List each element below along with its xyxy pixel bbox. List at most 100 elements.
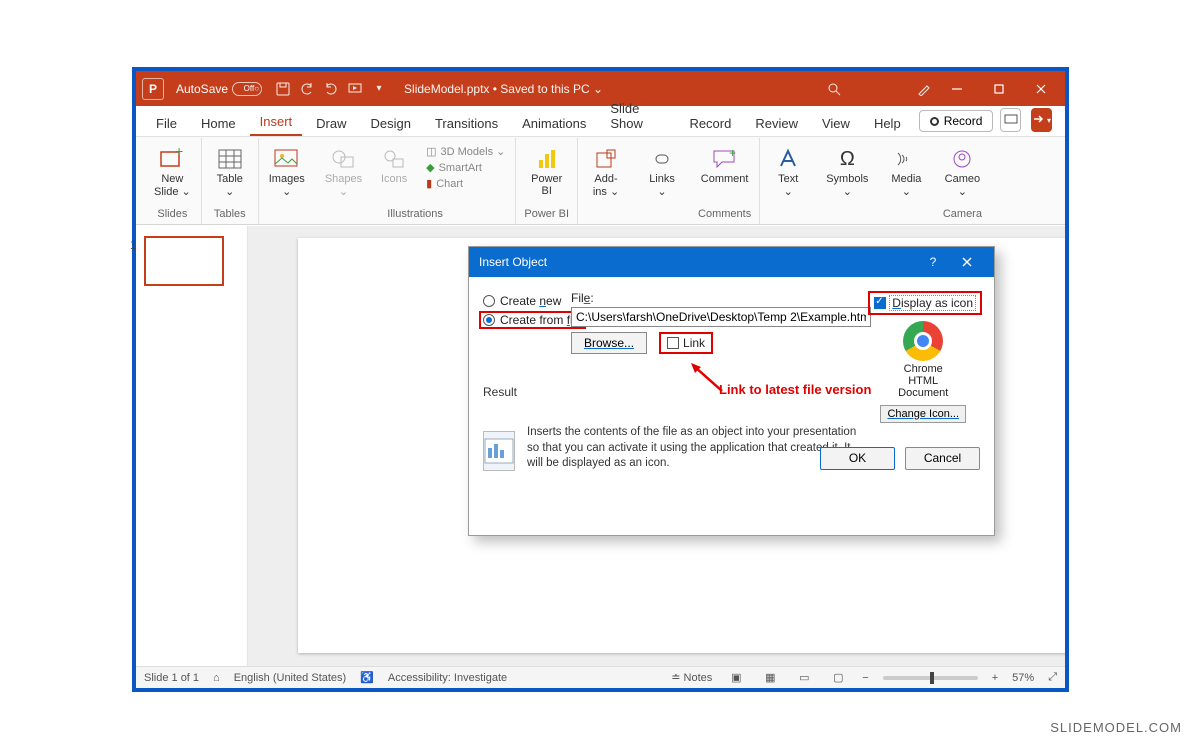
addins-button[interactable]: Add- ins ⌄ (586, 144, 626, 198)
language-status[interactable]: English (United States) (234, 672, 347, 684)
dialog-close-button[interactable] (950, 247, 984, 277)
tab-review[interactable]: Review (745, 110, 808, 136)
tab-view[interactable]: View (812, 110, 860, 136)
tab-help[interactable]: Help (864, 110, 911, 136)
display-as-icon-checkbox[interactable]: Display as icon (868, 291, 982, 315)
shapes-icon (331, 146, 355, 172)
dialog-help-button[interactable]: ? (916, 247, 950, 277)
zoom-out-button[interactable]: − (862, 672, 868, 684)
undo-icon[interactable] (298, 80, 316, 98)
icons-icon (383, 146, 405, 172)
tab-design[interactable]: Design (361, 110, 421, 136)
close-button[interactable] (1023, 74, 1059, 104)
result-icon (483, 431, 515, 471)
slide-counter: Slide 1 of 1 (144, 672, 199, 684)
table-icon (218, 146, 242, 172)
tab-slideshow[interactable]: Slide Show (600, 95, 675, 136)
result-text: Inserts the contents of the file as an o… (527, 425, 863, 472)
minimize-button[interactable] (939, 74, 975, 104)
tab-insert[interactable]: Insert (250, 108, 303, 136)
document-title[interactable]: SlideModel.pptx • Saved to this PC ⌄ (404, 82, 603, 96)
search-icon[interactable] (825, 80, 843, 98)
new-slide-button[interactable]: + New Slide ⌄ (152, 144, 193, 198)
tab-animations[interactable]: Animations (512, 110, 596, 136)
sorter-view-icon[interactable]: ▦ (760, 670, 780, 686)
powerbi-button[interactable]: Power BI (527, 144, 567, 197)
record-button[interactable]: Record (919, 110, 994, 132)
tab-transitions[interactable]: Transitions (425, 110, 508, 136)
powerpoint-logo-icon: P (142, 78, 164, 100)
tab-record[interactable]: Record (679, 110, 741, 136)
tab-file[interactable]: File (146, 110, 187, 136)
change-icon-button[interactable]: Change Icon... (880, 405, 966, 423)
text-button[interactable]: Text ⌄ (768, 144, 808, 198)
start-slideshow-icon[interactable] (346, 80, 364, 98)
share-button[interactable]: ▾ (1031, 108, 1052, 132)
svg-text:+: + (175, 148, 183, 159)
browse-button[interactable]: Browse... (571, 332, 647, 354)
annotation-text: Link to latest file version (719, 382, 871, 397)
addins-icon (595, 146, 617, 172)
svg-text:+: + (729, 149, 736, 160)
redo-icon[interactable] (322, 80, 340, 98)
tab-home[interactable]: Home (191, 110, 246, 136)
radio-create-from-file[interactable]: Create from file (479, 311, 586, 329)
thumbnail-panel: 1 (136, 226, 248, 666)
images-button[interactable]: Images ⌄ (267, 144, 307, 198)
group-powerbi: Power BI Power BI (516, 138, 578, 224)
links-button[interactable]: Links ⌄ (642, 144, 682, 198)
lang-icon[interactable]: ⌂ (213, 672, 220, 684)
ok-button[interactable]: OK (820, 447, 895, 470)
file-path-input[interactable] (571, 307, 871, 327)
shapes-button[interactable]: Shapes ⌄ (323, 144, 364, 198)
text-icon (777, 146, 799, 172)
group-symbols: Ω Symbols ⌄ (816, 138, 878, 224)
powerbi-icon (537, 146, 557, 172)
dialog-title: Insert Object (479, 255, 547, 269)
accessibility-icon[interactable]: ♿ (360, 671, 374, 684)
group-slides: + New Slide ⌄ Slides (144, 138, 202, 224)
table-button[interactable]: Table ⌄ (210, 144, 250, 198)
media-button[interactable]: Media ⌄ (886, 144, 926, 198)
chart-icon: ▮ (426, 177, 432, 190)
fit-window-icon[interactable]: ⤢ (1048, 671, 1057, 684)
file-section: File: Browse... Link (571, 291, 871, 354)
group-links: Links ⌄ (634, 138, 690, 224)
slide-thumbnail[interactable]: 1 (144, 236, 224, 286)
cameo-button[interactable]: Cameo ⌄ (942, 144, 982, 198)
pen-icon[interactable] (915, 80, 933, 98)
group-comments: + Comment Comments (690, 138, 760, 224)
zoom-slider[interactable] (883, 676, 978, 680)
smartart-button[interactable]: ◆SmartArt (424, 160, 484, 175)
comment-button[interactable]: + Comment (699, 144, 751, 185)
checkbox-icon (667, 337, 679, 349)
present-mode-button[interactable] (1000, 108, 1021, 132)
record-dot-icon (930, 117, 939, 126)
toggle-pill[interactable]: Off ○ (232, 82, 262, 96)
ribbon: + New Slide ⌄ Slides Table ⌄ Tables Imag… (136, 137, 1065, 225)
comment-icon: + (712, 146, 738, 172)
maximize-button[interactable] (981, 74, 1017, 104)
zoom-in-button[interactable]: + (992, 672, 998, 684)
link-checkbox[interactable]: Link (659, 332, 713, 354)
autosave-toggle[interactable]: AutoSave Off ○ (176, 82, 262, 96)
slide-number: 1 (130, 238, 137, 252)
accessibility-status[interactable]: Accessibility: Investigate (388, 672, 507, 684)
reading-view-icon[interactable]: ▭ (794, 670, 814, 686)
normal-view-icon[interactable]: ▣ (726, 670, 746, 686)
tab-draw[interactable]: Draw (306, 110, 356, 136)
save-icon[interactable] (274, 80, 292, 98)
zoom-value[interactable]: 57% (1012, 672, 1034, 684)
chart-button[interactable]: ▮Chart (424, 176, 465, 191)
qat-overflow-icon[interactable]: ▾ (370, 80, 388, 98)
3d-models-button[interactable]: ◫3D Models ⌄ (424, 144, 507, 159)
symbols-button[interactable]: Ω Symbols ⌄ (824, 144, 870, 198)
cancel-button[interactable]: Cancel (905, 447, 980, 470)
radio-icon (483, 314, 495, 326)
notes-button[interactable]: ≐ Notes (671, 671, 712, 684)
slideshow-view-icon[interactable]: ▢ (828, 670, 848, 686)
icons-button[interactable]: Icons (374, 144, 414, 185)
dialog-titlebar: Insert Object ? (469, 247, 994, 277)
new-slide-icon: + (159, 146, 185, 172)
group-illustrations: Shapes ⌄ Icons ◫3D Models ⌄ ◆SmartArt ▮C… (315, 138, 517, 224)
